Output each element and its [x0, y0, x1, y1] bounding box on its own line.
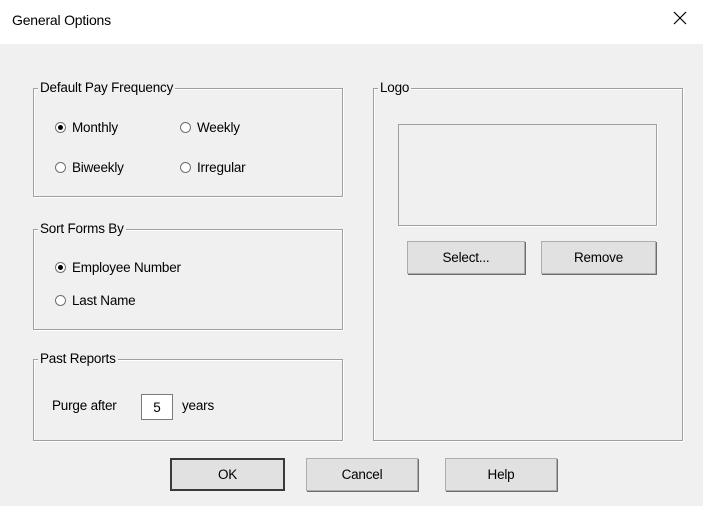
radio-irregular[interactable]: Irregular — [180, 160, 246, 175]
radio-weekly-label: Weekly — [197, 120, 240, 135]
radio-irregular-indicator — [180, 162, 191, 173]
cancel-button[interactable]: Cancel — [306, 458, 418, 491]
purge-years-input[interactable] — [141, 394, 173, 420]
logo-group: Logo Select... Remove — [373, 79, 683, 441]
logo-label: Logo — [378, 79, 412, 97]
radio-monthly-label: Monthly — [72, 120, 118, 135]
close-icon — [673, 11, 687, 25]
radio-employee-number-label: Employee Number — [72, 260, 181, 275]
radio-last-name[interactable]: Last Name — [55, 293, 136, 308]
sort-forms-label: Sort Forms By — [38, 220, 126, 238]
title-bar: General Options — [0, 0, 703, 44]
remove-logo-button[interactable]: Remove — [541, 241, 656, 274]
radio-biweekly-label: Biweekly — [72, 160, 124, 175]
radio-last-name-label: Last Name — [72, 293, 136, 308]
pay-frequency-label: Default Pay Frequency — [38, 79, 176, 97]
sort-forms-group: Sort Forms By Employee Number Last Name — [33, 220, 343, 330]
radio-weekly-indicator — [180, 122, 191, 133]
purge-after-label: Purge after — [52, 398, 117, 413]
help-button[interactable]: Help — [445, 458, 557, 491]
radio-irregular-label: Irregular — [197, 160, 246, 175]
radio-employee-number-indicator — [55, 262, 66, 273]
radio-employee-number[interactable]: Employee Number — [55, 260, 181, 275]
radio-monthly[interactable]: Monthly — [55, 120, 118, 135]
radio-weekly[interactable]: Weekly — [180, 120, 240, 135]
past-reports-group: Past Reports Purge after years — [33, 350, 343, 441]
window-title: General Options — [12, 12, 111, 28]
select-logo-button[interactable]: Select... — [407, 241, 525, 274]
radio-biweekly[interactable]: Biweekly — [55, 160, 124, 175]
pay-frequency-group: Default Pay Frequency Monthly Weekly Biw… — [33, 79, 343, 197]
years-label: years — [182, 398, 215, 413]
radio-biweekly-indicator — [55, 162, 66, 173]
radio-monthly-indicator — [55, 122, 66, 133]
ok-button[interactable]: OK — [170, 458, 285, 491]
radio-last-name-indicator — [55, 295, 66, 306]
general-options-dialog: General Options Default Pay Frequency Mo… — [0, 0, 703, 506]
logo-preview — [398, 124, 657, 226]
close-button[interactable] — [657, 0, 703, 36]
past-reports-label: Past Reports — [38, 350, 118, 368]
